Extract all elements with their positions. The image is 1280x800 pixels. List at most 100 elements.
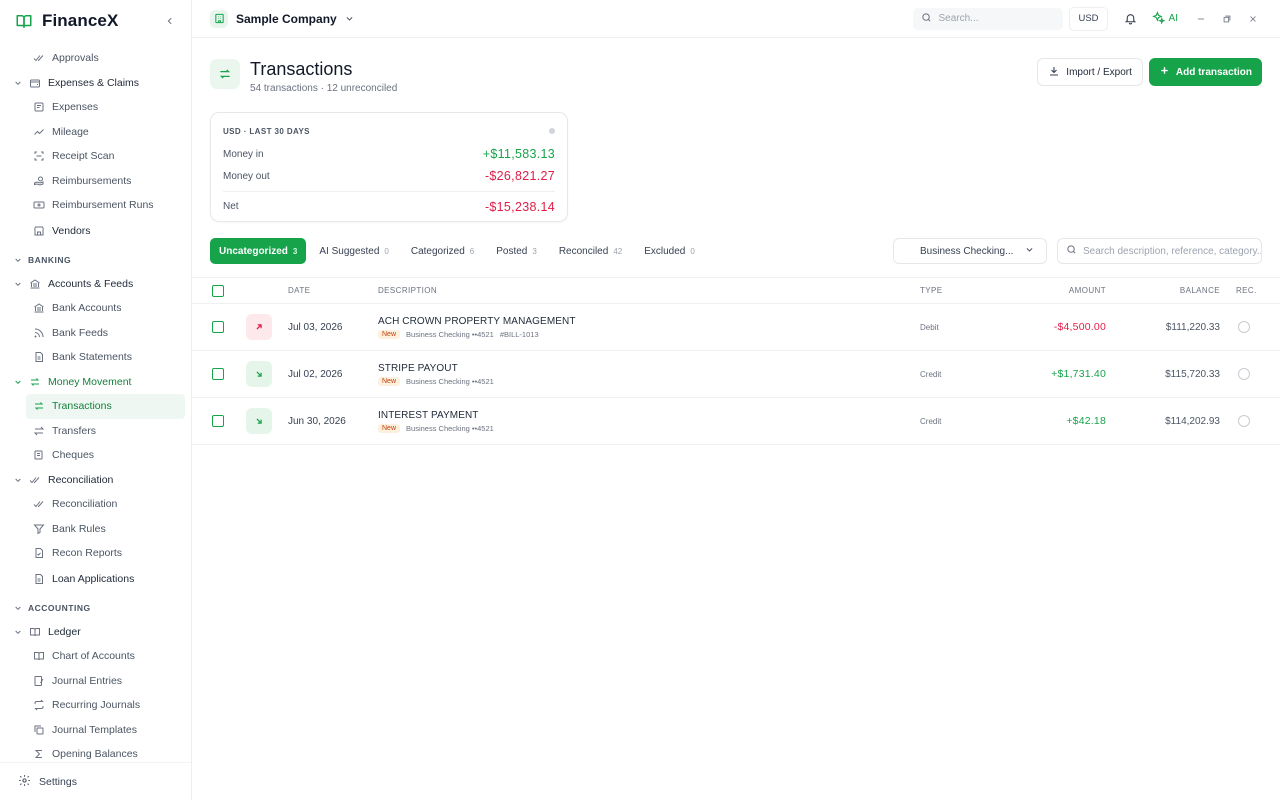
company-switcher[interactable]: Sample Company: [210, 9, 354, 28]
sidebar: FinanceX Approvals Expenses & Claims Exp…: [0, 0, 192, 800]
section-banking[interactable]: BANKING: [8, 248, 185, 272]
status-badge: New: [378, 329, 401, 339]
restore-icon[interactable]: [1214, 7, 1240, 31]
tab-categorized[interactable]: Categorized 6: [402, 238, 483, 264]
bell-icon[interactable]: [1118, 7, 1144, 31]
collapse-sidebar-icon[interactable]: [161, 12, 179, 30]
reconcile-toggle[interactable]: [1238, 321, 1250, 333]
table-row[interactable]: Jul 03, 2026 ACH CROWN PROPERTY MANAGEME…: [192, 304, 1280, 351]
route-icon: [32, 125, 46, 139]
hand-coins-icon: [32, 174, 46, 188]
tab-reconciled[interactable]: Reconciled 42: [550, 238, 631, 264]
row-description: ACH CROWN PROPERTY MANAGEMENT: [378, 315, 576, 327]
sidebar-item-reconciliation[interactable]: Reconciliation: [8, 492, 185, 517]
brand-name: FinanceX: [42, 11, 119, 30]
close-icon[interactable]: [1240, 7, 1266, 31]
column-header-type[interactable]: TYPE: [920, 286, 980, 295]
sidebar-item-label: Money Movement: [48, 375, 132, 388]
filter-icon: [32, 522, 46, 536]
money-in-row: Money in +$11,583.13: [223, 143, 555, 165]
tab-label: Excluded: [644, 245, 686, 257]
tab-count: 0: [690, 246, 695, 256]
sidebar-item-journal-templates[interactable]: Journal Templates: [8, 718, 185, 743]
sidebar-item-label: Recurring Journals: [52, 699, 141, 712]
transaction-search-input[interactable]: Search description, reference, category.…: [1057, 238, 1262, 264]
tab-label: Reconciled: [558, 245, 609, 257]
row-balance: $111,220.33: [1165, 321, 1220, 333]
column-header-amount[interactable]: AMOUNT: [980, 286, 1106, 295]
arrows-swap-icon: [28, 375, 42, 389]
sidebar-item-label: Ledger: [48, 625, 81, 638]
tab-uncategorized[interactable]: Uncategorized 3: [210, 238, 307, 264]
account-select[interactable]: Business Checking...: [893, 238, 1047, 264]
chevron-down-icon: [12, 280, 24, 288]
row-checkbox[interactable]: [212, 321, 224, 333]
tab-count: 42: [613, 246, 623, 256]
minimize-icon[interactable]: [1188, 7, 1214, 31]
rss-icon: [32, 326, 46, 340]
row-date: Jul 03, 2026: [288, 321, 343, 333]
sidebar-item-opening-balances[interactable]: Opening Balances: [8, 742, 185, 762]
sidebar-item-journal-entries[interactable]: Journal Entries: [8, 669, 185, 694]
search-placeholder: Search...: [938, 13, 979, 24]
sidebar-item-label: Approvals: [52, 52, 99, 65]
sidebar-item-expenses[interactable]: Expenses: [8, 95, 185, 120]
sidebar-item-label: Mileage: [52, 125, 89, 138]
section-accounting[interactable]: ACCOUNTING: [8, 596, 185, 620]
table-row[interactable]: Jun 30, 2026 INTEREST PAYMENT New Busine…: [192, 398, 1280, 445]
account-select-value: Business Checking...: [920, 245, 1014, 257]
wallet-icon: [28, 76, 42, 90]
select-all-checkbox[interactable]: [212, 284, 224, 297]
column-header-date[interactable]: DATE: [288, 286, 378, 295]
topbar: Sample Company Search... USD AI: [192, 0, 1280, 38]
app-window: FinanceX Approvals Expenses & Claims Exp…: [0, 0, 1280, 800]
sidebar-item-bank-accounts[interactable]: Bank Accounts: [8, 296, 185, 321]
sidebar-item-chart-of-accounts[interactable]: Chart of Accounts: [8, 644, 185, 669]
sidebar-group-ledger[interactable]: Ledger: [8, 620, 185, 645]
check-double-icon: [32, 51, 46, 65]
column-header-balance[interactable]: BALANCE: [1106, 286, 1220, 295]
sidebar-item-loan-applications[interactable]: Loan Applications: [8, 566, 185, 592]
bank-icon: [28, 277, 42, 291]
sidebar-item-cheques[interactable]: Cheques: [8, 443, 185, 468]
sidebar-item-reimbursements[interactable]: Reimbursements: [8, 169, 185, 194]
sidebar-item-bank-rules[interactable]: Bank Rules: [8, 517, 185, 542]
table-row[interactable]: Jul 02, 2026 STRIPE PAYOUT New Business …: [192, 351, 1280, 398]
row-account: Business Checking ••4521: [406, 329, 494, 339]
tab-count: 3: [292, 246, 298, 256]
reconcile-toggle[interactable]: [1238, 415, 1250, 427]
currency-selector[interactable]: USD: [1069, 6, 1108, 31]
sidebar-item-transactions[interactable]: Transactions: [26, 394, 185, 419]
reconcile-toggle[interactable]: [1238, 368, 1250, 380]
tab-ai-suggested[interactable]: AI Suggested 0: [310, 238, 398, 264]
sidebar-item-recurring-journals[interactable]: Recurring Journals: [8, 693, 185, 718]
sidebar-group-expenses-claims[interactable]: Expenses & Claims: [8, 71, 185, 96]
sidebar-item-bank-statements[interactable]: Bank Statements: [8, 345, 185, 370]
import-export-button[interactable]: Import / Export: [1037, 58, 1143, 86]
sidebar-item-receipt-scan[interactable]: Receipt Scan: [8, 144, 185, 169]
column-header-rec[interactable]: REC.: [1220, 286, 1280, 295]
sidebar-item-reimbursement-runs[interactable]: Reimbursement Runs: [8, 193, 185, 218]
sidebar-item-transfers[interactable]: Transfers: [8, 419, 185, 444]
row-checkbox[interactable]: [212, 415, 224, 427]
column-header-description[interactable]: DESCRIPTION: [378, 286, 920, 295]
sidebar-item-approvals[interactable]: Approvals: [8, 46, 185, 71]
sidebar-group-reconciliation[interactable]: Reconciliation: [8, 468, 185, 493]
bank-icon: [32, 301, 46, 315]
sidebar-item-vendors[interactable]: Vendors: [8, 218, 185, 244]
page-subtitle: 54 transactions · 12 unreconciled: [250, 83, 398, 94]
sidebar-group-accounts-feeds[interactable]: Accounts & Feeds: [8, 272, 185, 297]
sidebar-item-bank-feeds[interactable]: Bank Feeds: [8, 321, 185, 346]
sidebar-item-settings[interactable]: Settings: [0, 762, 191, 800]
tab-excluded[interactable]: Excluded 0: [635, 238, 704, 264]
add-transaction-button[interactable]: Add transaction: [1148, 58, 1262, 86]
row-date: Jun 30, 2026: [288, 415, 346, 427]
sidebar-item-mileage[interactable]: Mileage: [8, 120, 185, 145]
tab-posted[interactable]: Posted 3: [487, 238, 546, 264]
sidebar-group-money-movement[interactable]: Money Movement: [8, 370, 185, 395]
ai-assistant-button[interactable]: AI: [1151, 10, 1178, 27]
global-search-input[interactable]: Search...: [913, 7, 1064, 30]
main-area: Sample Company Search... USD AI Transact…: [192, 0, 1280, 800]
sidebar-item-recon-reports[interactable]: Recon Reports: [8, 541, 185, 566]
row-checkbox[interactable]: [212, 368, 224, 380]
